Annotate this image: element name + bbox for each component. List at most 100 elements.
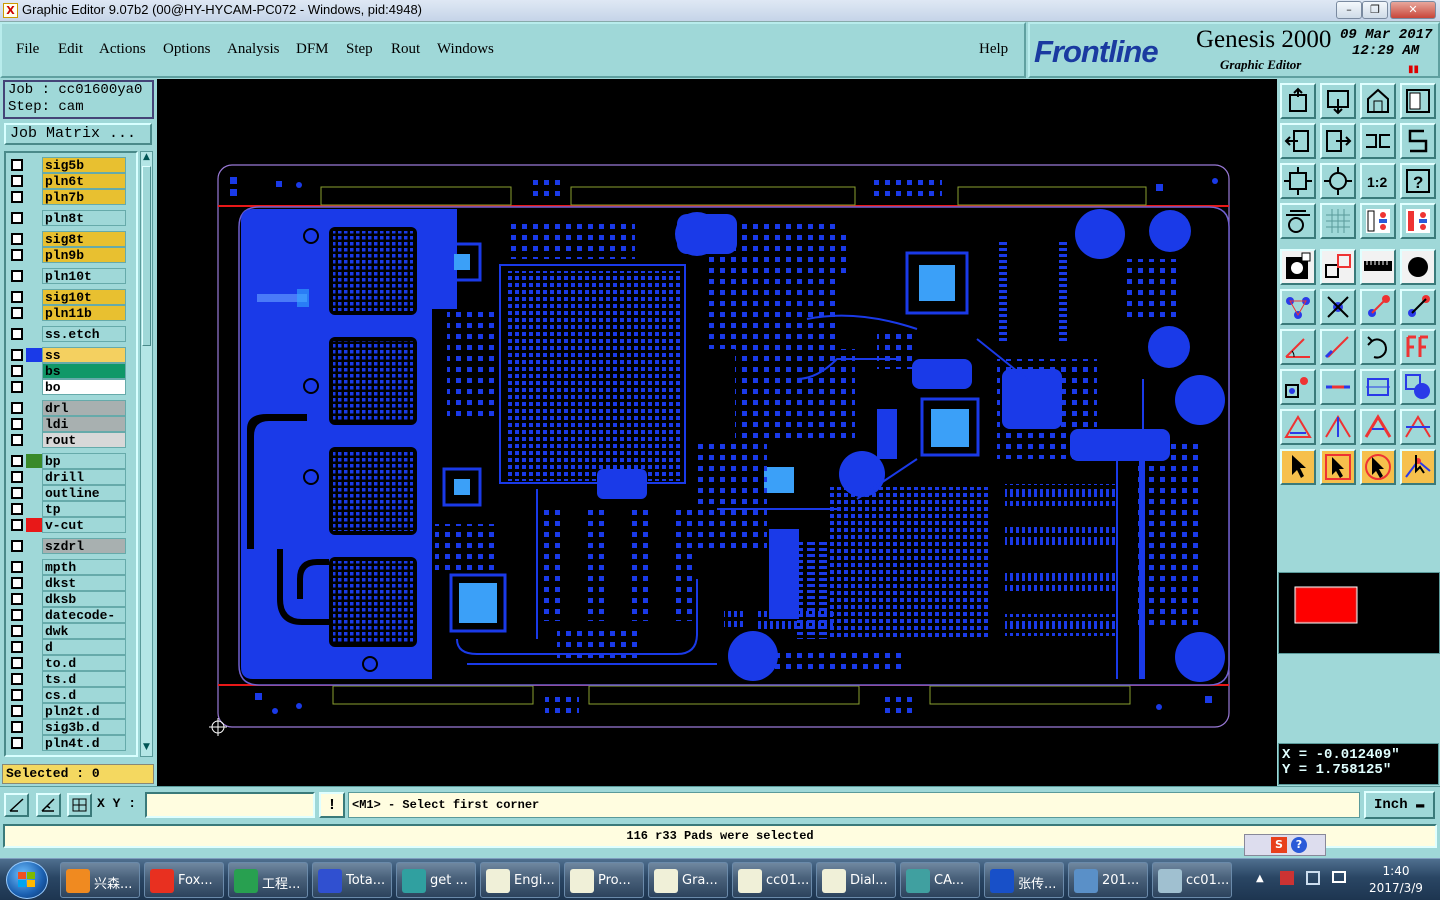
help-icon[interactable]: ? [1400,163,1436,199]
layer-row-rout[interactable]: rout [8,432,128,448]
layer-row-mpth[interactable]: mpth [8,559,128,575]
layer-checkbox[interactable] [11,609,23,621]
taskbar-item[interactable]: Tota... [312,862,392,898]
layer-checkbox[interactable] [11,249,23,261]
layer-row-to.d[interactable]: to.d [8,655,128,671]
select-arrow-icon[interactable] [1360,449,1396,485]
add-pad-icon[interactable] [1280,369,1316,405]
layer-row-tp[interactable]: tp [8,501,128,517]
minimize-icon[interactable]: – [1336,1,1362,19]
taskbar-item[interactable]: 工程... [228,862,308,898]
layer-row-bo[interactable]: bo [8,379,128,395]
exclamation-button[interactable]: ! [319,792,345,818]
ruler-icon[interactable] [1360,249,1396,285]
layer-row-pln9b[interactable]: pln9b [8,247,128,263]
layer-name[interactable]: mpth [42,559,126,575]
layer-row-datecode-to[interactable]: datecode-to [8,607,128,638]
layer-name[interactable]: pln4t.d [42,735,126,751]
taskbar-item[interactable]: cc01... [732,862,812,898]
layer-row-szdrl[interactable]: szdrl [8,538,128,554]
rotate-line-icon[interactable] [1400,289,1436,325]
layer-row-pln7b[interactable]: pln7b [8,189,128,205]
layer-name[interactable]: dwk [42,623,126,639]
close-icon[interactable]: ✕ [1390,1,1436,19]
layer-name[interactable]: drill [42,469,126,485]
menu-step[interactable]: Step [346,41,373,58]
ime-toolbar[interactable]: S ? [1244,834,1326,856]
layer-name[interactable]: pln6t [42,173,126,189]
layer-checkbox[interactable] [11,689,23,701]
node-icon[interactable] [1280,289,1316,325]
arrow-right-icon[interactable] [1320,123,1356,159]
monitor-icon[interactable] [1332,871,1346,883]
pad-icon[interactable] [1280,249,1316,285]
layer-name[interactable]: to.d [42,655,126,671]
angle-snap-icon[interactable] [36,793,61,817]
angle-icon[interactable] [1280,329,1316,365]
layer-name[interactable]: bp [42,453,126,469]
layer-row-v-cut[interactable]: v-cut [8,517,128,533]
layer-row-sig8t[interactable]: sig8t [8,231,128,247]
layer-row-sig10t[interactable]: sig10t [8,289,128,305]
layer-checkbox[interactable] [11,434,23,446]
layer-checkbox[interactable] [11,328,23,340]
grid-snap-icon[interactable] [67,793,92,817]
pointer-icon[interactable] [1280,449,1316,485]
layer-checkbox[interactable] [11,593,23,605]
layer-name[interactable]: pln8t [42,210,126,226]
tri3-icon[interactable] [1360,409,1396,445]
taskbar-item[interactable]: 201... [1068,862,1148,898]
pan-icon[interactable] [1360,123,1396,159]
menu-help[interactable]: Help [979,41,1008,58]
layer-checkbox[interactable] [11,455,23,467]
layer-row-drl[interactable]: drl [8,400,128,416]
layers-icon[interactable] [1360,203,1396,239]
restore-icon[interactable]: ❐ [1362,1,1388,19]
layer-name[interactable]: v-cut [42,517,126,533]
layer-checkbox[interactable] [11,561,23,573]
home-icon[interactable] [1280,83,1316,119]
layer-name[interactable]: pln2t.d [42,703,126,719]
layer-name[interactable]: pln9b [42,247,126,263]
ratio-icon[interactable]: 1:2 [1360,163,1396,199]
layer-row-pln4t.d[interactable]: pln4t.d [8,735,128,751]
menu-file[interactable]: File [16,41,39,58]
scroll-thumb[interactable] [142,166,151,346]
taskbar-item[interactable]: Engi... [480,862,560,898]
layer-checkbox[interactable] [11,212,23,224]
route-icon[interactable] [1400,449,1436,485]
layer-row-pln8t[interactable]: pln8t [8,210,128,226]
taskbar-item[interactable]: CA... [900,862,980,898]
layer-row-outline[interactable]: outline [8,485,128,501]
layer-checkbox[interactable] [11,349,23,361]
ime-help-icon[interactable]: ? [1291,837,1307,853]
arrow-left-icon[interactable] [1280,123,1316,159]
layer-checkbox[interactable] [11,471,23,483]
overview-preview[interactable] [1278,572,1440,654]
layer-name[interactable]: d [42,639,126,655]
dot-icon[interactable] [1400,249,1436,285]
layer-name[interactable]: datecode-to [42,607,126,638]
layer-checkbox[interactable] [11,487,23,499]
layer-checkbox[interactable] [11,705,23,717]
graphic-canvas[interactable] [157,79,1277,786]
minus-icon[interactable] [1320,369,1356,405]
layer-row-ss[interactable]: ss [8,347,128,363]
select-box-icon[interactable] [1320,449,1356,485]
layer-row-dkst[interactable]: dkst [8,575,128,591]
start-button[interactable] [6,861,48,899]
copy-icon[interactable] [1400,369,1436,405]
box-icon[interactable] [1360,369,1396,405]
taskbar-item[interactable]: Pro... [564,862,644,898]
layer-checkbox[interactable] [11,191,23,203]
layer-checkbox[interactable] [11,641,23,653]
layer-name[interactable]: sig5b [42,157,126,173]
layers-red-icon[interactable] [1400,203,1436,239]
scroll-down-icon[interactable]: ▼ [141,742,152,754]
layer-checkbox[interactable] [11,270,23,282]
line-icon[interactable] [1320,249,1356,285]
menu-dfm[interactable]: DFM [296,41,329,58]
layer-row-cs.d[interactable]: cs.d [8,687,128,703]
layer-name[interactable]: ts.d [42,671,126,687]
layer-row-sig5b[interactable]: sig5b [8,157,128,173]
